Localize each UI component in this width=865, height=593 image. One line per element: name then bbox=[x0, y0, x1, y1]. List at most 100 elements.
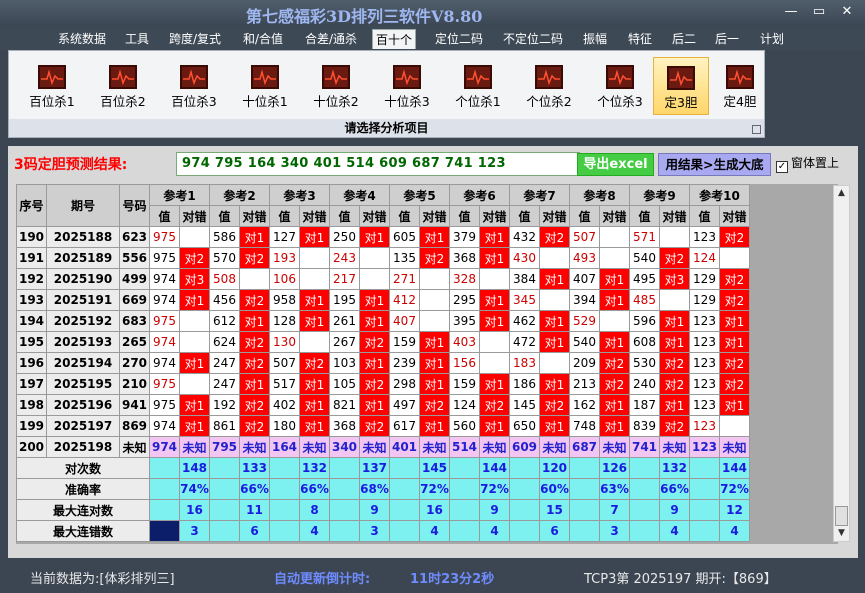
cell-value: 159 bbox=[389, 331, 420, 353]
cell-mark bbox=[599, 226, 630, 248]
menu-item[interactable]: 合差/通杀 bbox=[302, 29, 360, 49]
menu-item[interactable]: 百十个 bbox=[372, 29, 417, 49]
stats-blank bbox=[389, 520, 420, 542]
table-row[interactable]: 190 2025188 623 975 586 对1 127 对1 250 对1 605 对1 379 对… bbox=[16, 226, 750, 248]
cell-value: 456 bbox=[209, 289, 240, 311]
cell-value: 560 bbox=[449, 415, 480, 437]
header-reference[interactable]: 参考9 bbox=[629, 184, 690, 206]
table-row[interactable]: 199 2025197 869 974 对1 861 对2 180 对1 368 对2 617 对1 56… bbox=[16, 415, 750, 437]
header-reference[interactable]: 参考2 bbox=[209, 184, 270, 206]
cell-mark: 对1 bbox=[299, 289, 330, 311]
ribbon-button[interactable]: 个位杀1 bbox=[445, 57, 511, 115]
cell-mark bbox=[419, 289, 450, 311]
row-index: 192 bbox=[16, 268, 47, 290]
table-row[interactable]: 195 2025193 265 974 624 对2 130 267 对2 159 对1 403 472… bbox=[16, 331, 750, 353]
ribbon-button[interactable]: 十位杀2 bbox=[303, 57, 369, 115]
ribbon-button[interactable]: 百位杀3 bbox=[161, 57, 227, 115]
cell-value: 975 bbox=[149, 394, 180, 416]
stats-value: 9 bbox=[659, 499, 690, 521]
stats-value: 3 bbox=[599, 520, 630, 542]
header-reference[interactable]: 参考5 bbox=[389, 184, 450, 206]
vertical-scrollbar[interactable]: ▲ ▼ bbox=[833, 185, 850, 542]
stats-blank bbox=[149, 520, 180, 542]
ribbon-button[interactable]: 个位杀2 bbox=[516, 57, 582, 115]
row-index: 200 bbox=[16, 436, 47, 458]
cell-value: 123 bbox=[689, 373, 720, 395]
menu-item[interactable]: 计划 bbox=[757, 29, 787, 49]
cell-value: 430 bbox=[509, 247, 540, 269]
ribbon-button-label: 定4胆 bbox=[723, 94, 757, 109]
table-row[interactable]: 193 2025191 669 974 对1 456 对2 958 对1 195 对1 412 295 对… bbox=[16, 289, 750, 311]
generate-base-button[interactable]: 用结果>生成大底 bbox=[658, 153, 771, 176]
window-topmost-checkbox[interactable]: ✓ 窗体置上 bbox=[776, 154, 839, 173]
header-reference[interactable]: 参考1 bbox=[149, 184, 210, 206]
menu-item[interactable]: 后二 bbox=[669, 29, 699, 49]
stats-value: 3 bbox=[179, 520, 210, 542]
ribbon-button[interactable]: 十位杀1 bbox=[232, 57, 298, 115]
cell-mark: 对1 bbox=[479, 289, 510, 311]
stats-blank bbox=[329, 478, 360, 500]
menu-item[interactable]: 和/合值 bbox=[240, 29, 286, 49]
cell-mark: 对2 bbox=[599, 373, 630, 395]
header-reference[interactable]: 参考7 bbox=[509, 184, 570, 206]
scroll-thumb[interactable] bbox=[835, 506, 848, 526]
table-row[interactable]: 196 2025194 270 974 对1 247 对2 507 对2 103 对1 239 对1 15… bbox=[16, 352, 750, 374]
maximize-button[interactable]: ▭ bbox=[808, 3, 830, 21]
ribbon-button[interactable]: 个位杀3 bbox=[587, 57, 653, 115]
ribbon-button-label: 百位杀2 bbox=[100, 94, 146, 109]
pred-value: 514 bbox=[449, 436, 480, 458]
stats-value: 66% bbox=[659, 478, 690, 500]
cell-mark: 对2 bbox=[719, 268, 750, 290]
header-reference[interactable]: 参考8 bbox=[569, 184, 630, 206]
cell-value: 624 bbox=[209, 331, 240, 353]
check-icon[interactable]: ✓ bbox=[776, 161, 788, 173]
header-reference[interactable]: 参考10 bbox=[689, 184, 750, 206]
table-row[interactable]: 194 2025192 683 975 612 对1 128 对1 261 对1 407 395 对1 4… bbox=[16, 310, 750, 332]
header-mark: 对错 bbox=[359, 205, 390, 227]
row-period: 2025195 bbox=[46, 373, 120, 395]
table-row[interactable]: 198 2025196 941 975 对1 192 对2 402 对1 821 对1 497 对2 12… bbox=[16, 394, 750, 416]
scroll-down-icon[interactable]: ▼ bbox=[834, 526, 849, 541]
scroll-up-icon[interactable]: ▲ bbox=[834, 186, 849, 201]
header-reference[interactable]: 参考3 bbox=[269, 184, 330, 206]
header-reference[interactable]: 参考6 bbox=[449, 184, 510, 206]
header-reference[interactable]: 参考4 bbox=[329, 184, 390, 206]
menu-item[interactable]: 不定位二码 bbox=[500, 29, 566, 49]
ribbon-expand-icon[interactable] bbox=[752, 125, 761, 134]
minimize-button[interactable]: — bbox=[780, 3, 802, 21]
cell-value: 123 bbox=[689, 226, 720, 248]
table-row[interactable]: 192 2025190 499 974 对3 508 106 217 271 328 384 对1 40… bbox=[16, 268, 750, 290]
cell-value: 128 bbox=[269, 310, 300, 332]
table-row[interactable]: 197 2025195 210 975 247 对1 517 对1 105 对2 298 对1 159 对… bbox=[16, 373, 750, 395]
chart-icon bbox=[180, 65, 208, 89]
prediction-result-field[interactable]: 974 795 164 340 401 514 609 687 741 123 bbox=[176, 152, 580, 176]
ribbon-button[interactable]: 十位杀3 bbox=[374, 57, 440, 115]
export-excel-button[interactable]: 导出excel bbox=[577, 153, 654, 176]
cell-mark: 对2 bbox=[719, 289, 750, 311]
cell-value: 540 bbox=[569, 331, 600, 353]
menu-item[interactable]: 特征 bbox=[625, 29, 655, 49]
pred-value: 609 bbox=[509, 436, 540, 458]
menu-item[interactable]: 系统数据 bbox=[55, 29, 109, 49]
stats-label: 最大连对数 bbox=[16, 499, 150, 521]
menu-item[interactable]: 工具 bbox=[122, 29, 152, 49]
header-mark: 对错 bbox=[239, 205, 270, 227]
ribbon-button[interactable]: 百位杀2 bbox=[90, 57, 156, 115]
menu-item[interactable]: 跨度/复式 bbox=[166, 29, 224, 49]
menu-item[interactable]: 定位二码 bbox=[432, 29, 486, 49]
prediction-row[interactable]: 200 2025198 未知 974 未知 795 未知 164 未知 340 未知 401 未知 514… bbox=[16, 436, 750, 458]
ribbon-button[interactable]: 定4胆 bbox=[712, 57, 768, 115]
header-value: 值 bbox=[569, 205, 600, 227]
close-button[interactable]: ✕ bbox=[836, 3, 858, 21]
cell-mark: 对1 bbox=[719, 310, 750, 332]
ribbon-button[interactable]: 定3胆 bbox=[653, 57, 709, 115]
ribbon-button[interactable]: 百位杀1 bbox=[19, 57, 85, 115]
cell-value: 974 bbox=[149, 415, 180, 437]
menu-item[interactable]: 后一 bbox=[712, 29, 742, 49]
header-value: 值 bbox=[149, 205, 180, 227]
row-period: 2025197 bbox=[46, 415, 120, 437]
menu-item[interactable]: 振幅 bbox=[580, 29, 610, 49]
header-period: 期号 bbox=[46, 184, 120, 227]
cell-value: 209 bbox=[569, 352, 600, 374]
table-row[interactable]: 191 2025189 556 975 对2 570 对2 193 243 135 对2 368 对1 4… bbox=[16, 247, 750, 269]
